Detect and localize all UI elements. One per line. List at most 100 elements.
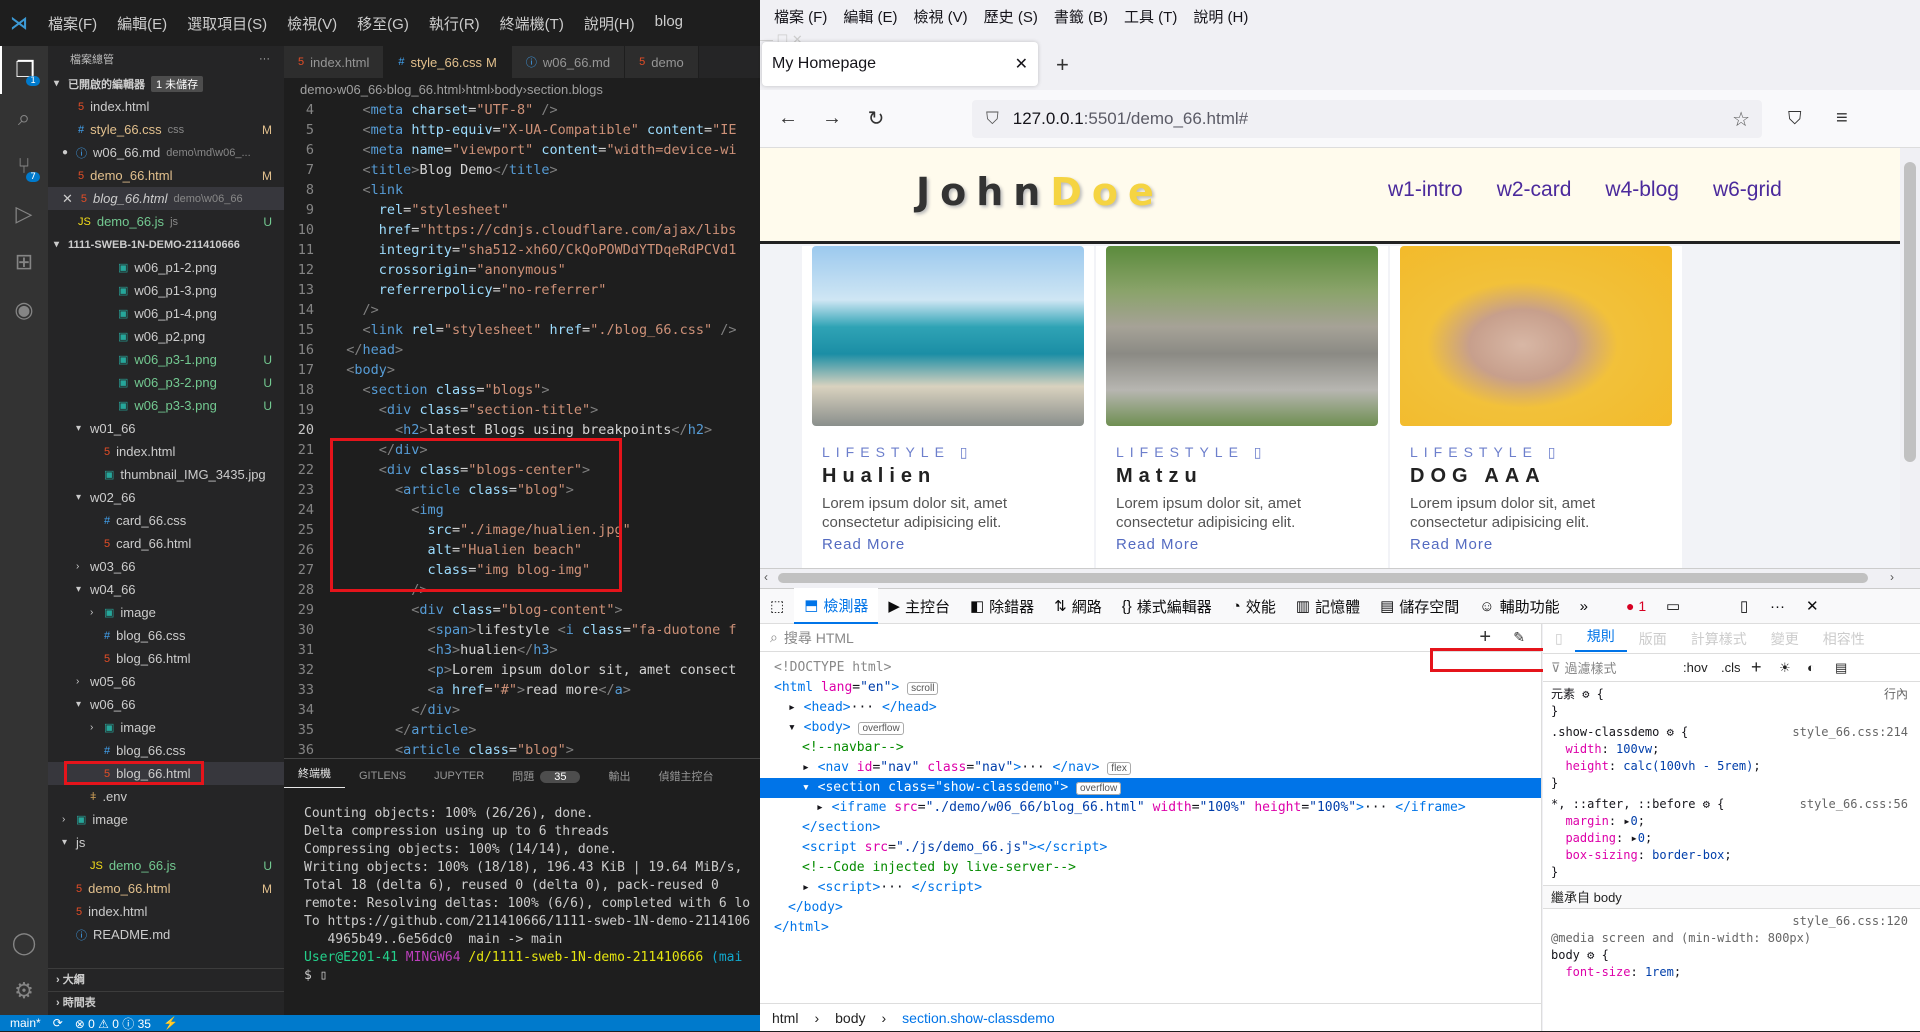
markup-line[interactable]: <!--navbar--> [760, 738, 1541, 758]
html-search[interactable]: ⌕ 搜尋 HTML + ✎ [760, 624, 1541, 652]
panel-tab[interactable]: 偵錯主控台 [644, 768, 727, 784]
responsive-icon[interactable]: ▭ [1666, 597, 1680, 615]
markup-line[interactable]: <!--Code injected by live-server--> [760, 858, 1541, 878]
ff-menu-item-3[interactable]: 歷史 (S) [976, 6, 1046, 27]
extensions-icon[interactable]: ⊞ [0, 238, 48, 286]
menu-item-0[interactable]: 檔案(F) [38, 13, 107, 34]
tree-item[interactable]: ▣ w06_p3-2.png U [48, 371, 284, 394]
open-editor-item[interactable]: ● ⓘ w06_66.md demo\md\w06_... [48, 141, 284, 164]
markup-line[interactable]: ▾ <body> overflow [760, 718, 1541, 738]
devtools-menu-icon[interactable]: ··· [1770, 598, 1785, 615]
hov-toggle[interactable]: :hov [1683, 660, 1708, 675]
github-icon[interactable]: ◉ [0, 286, 48, 334]
editor-tab[interactable]: ⓘ w06_66.md [511, 46, 626, 78]
markup-line[interactable]: ▾ <section class="show-classdemo"> overf… [760, 778, 1541, 798]
account-icon[interactable]: ◯ [0, 919, 48, 967]
markup-line[interactable]: <script src="./js/demo_66.js"></script> [760, 838, 1541, 858]
nav-link-w4-blog[interactable]: w4-blog [1605, 178, 1679, 202]
ff-menu-item-6[interactable]: 說明 (H) [1185, 6, 1256, 27]
css-rule-line[interactable]: } [1543, 703, 1920, 720]
dock-icon[interactable]: ▯ [1740, 597, 1748, 615]
reload-icon[interactable]: ↻ [854, 106, 898, 131]
ff-menu-item-0[interactable]: 檔案 (F) [766, 6, 835, 27]
problems-status[interactable]: ⊗ 0 ⚠ 0 ⓘ 35 [75, 1015, 151, 1032]
rules-tab[interactable]: 相容性 [1811, 629, 1877, 649]
horizontal-scrollbar[interactable]: ‹ › [760, 568, 1920, 588]
tree-item[interactable]: ▣ w06_p1-2.png [48, 256, 284, 279]
ff-menu-item-5[interactable]: 工具 (T) [1116, 6, 1185, 27]
markup-view[interactable]: <!DOCTYPE html> <html lang="en"> scroll ▸ … [760, 652, 1541, 938]
css-rule-line[interactable]: } [1543, 864, 1920, 881]
pocket-icon[interactable]: ⛉ [1788, 108, 1802, 129]
panel-tab[interactable]: 輸出 [594, 768, 644, 784]
close-devtools-icon[interactable]: ✕ [1806, 597, 1819, 615]
breadcrumb-item[interactable]: section.blogs [527, 82, 603, 97]
add-rule-icon[interactable]: + [1751, 657, 1762, 678]
close-tab-icon[interactable]: ✕ [1015, 54, 1028, 74]
ff-menu-item-2[interactable]: 檢視 (V) [906, 6, 976, 27]
markup-line[interactable]: ▸ <head>··· </head> [760, 698, 1541, 718]
open-editor-item[interactable]: ✕ 5 blog_66.html demo\w06_66 [48, 187, 284, 210]
markup-line[interactable]: </html> [760, 918, 1541, 938]
markup-line[interactable]: </body> [760, 898, 1541, 918]
tree-item[interactable]: 5 index.html [48, 900, 284, 923]
run-debug-icon[interactable]: ▷ [0, 190, 48, 238]
light-mode-icon[interactable]: ☀ [1779, 660, 1791, 676]
ff-menu-item-4[interactable]: 書籤 (B) [1046, 6, 1116, 27]
tree-item[interactable]: ▾ w04_66 [48, 578, 284, 601]
menu-item-2[interactable]: 選取項目(S) [177, 13, 277, 34]
rule-source[interactable]: style_66.css:56 [1800, 796, 1908, 813]
devtools-crumb[interactable]: section.show-classdemo [902, 1010, 1055, 1026]
css-rule-line[interactable]: padding: ▸0; [1543, 830, 1920, 847]
rules-tab[interactable]: 計算樣式 [1679, 629, 1759, 649]
nav-link-w6-grid[interactable]: w6-grid [1713, 178, 1782, 202]
tree-item[interactable]: ▣ w06_p1-3.png [48, 279, 284, 302]
read-more-link[interactable]: Read More [812, 536, 1084, 553]
tree-item[interactable]: 5 index.html [48, 440, 284, 463]
nav-link-w2-card[interactable]: w2-card [1497, 178, 1572, 202]
devtools-crumb[interactable]: body [835, 1010, 865, 1026]
editor-tab[interactable]: 5 demo [625, 46, 699, 78]
panel-tab[interactable]: 終端機 [284, 765, 345, 788]
tree-item[interactable]: › w03_66 [48, 555, 284, 578]
css-rule-line[interactable]: margin: ▸0; [1543, 813, 1920, 830]
open-editor-item[interactable]: 5 demo_66.html M [48, 164, 284, 187]
tree-item[interactable]: › ▣ image [48, 808, 284, 831]
tree-item[interactable]: ▾ w06_66 [48, 693, 284, 716]
ff-menu-item-1[interactable]: 編輯 (E) [835, 6, 905, 27]
workspace-header[interactable]: ▾ 1111-SWEB-1N-DEMO-211410666 [48, 233, 284, 256]
dark-mode-icon[interactable]: ◐ [1807, 660, 1815, 675]
menu-item-7[interactable]: 說明(H) [574, 13, 645, 34]
css-rule-line[interactable]: *, ::after, ::before ⚙ {style_66.css:56 [1543, 796, 1920, 813]
url-bar[interactable]: ⛉ 127.0.0.1:5501/demo_66.html# ☆ [972, 100, 1762, 138]
tree-item[interactable]: › w05_66 [48, 670, 284, 693]
breadcrumb-item[interactable]: demo [300, 82, 333, 97]
tree-item[interactable]: JS demo_66.js U [48, 854, 284, 877]
explorer-icon[interactable]: ❐ 1 [0, 46, 48, 94]
rules-tab[interactable]: 變更 [1759, 629, 1811, 649]
sidebar-toggle-icon[interactable]: ▯ [1543, 630, 1575, 647]
tree-item[interactable]: › ▣ image [48, 601, 284, 624]
tree-item[interactable]: › ▣ image [48, 716, 284, 739]
timeline-header[interactable]: › 時間表 [48, 991, 284, 1014]
menu-item-4[interactable]: 移至(G) [347, 13, 419, 34]
markup-line[interactable]: <html lang="en"> scroll [760, 678, 1541, 698]
read-more-link[interactable]: Read More [1400, 536, 1672, 553]
tree-item[interactable]: # blog_66.css [48, 624, 284, 647]
tree-item[interactable]: ▾ w02_66 [48, 486, 284, 509]
media-source[interactable]: style_66.css:120 [1543, 913, 1920, 930]
css-rule-line[interactable]: width: 100vw; [1543, 741, 1920, 758]
css-rule-line[interactable]: 元素 ⚙ {行內 [1543, 686, 1920, 703]
devtools-tab[interactable]: ▶ 主控台 [878, 588, 960, 624]
body-rule[interactable]: body ⚙ { [1543, 947, 1920, 964]
rules-tab[interactable]: 版面 [1627, 629, 1679, 649]
terminal-cursor[interactable]: $ ▯ [304, 967, 740, 985]
gear-icon[interactable]: ⚙ [0, 967, 48, 1015]
more-actions-icon[interactable]: ··· [259, 53, 270, 65]
hamburger-menu-icon[interactable]: ≡ [1836, 107, 1848, 130]
port-icon[interactable]: ⚡ [163, 1016, 178, 1030]
add-node-icon[interactable]: + [1479, 626, 1491, 649]
sync-icon[interactable]: ⟳ [53, 1016, 63, 1030]
css-rule-line[interactable]: .show-classdemo ⚙ {style_66.css:214 [1543, 724, 1920, 741]
tree-item[interactable]: 5 demo_66.html M [48, 877, 284, 900]
